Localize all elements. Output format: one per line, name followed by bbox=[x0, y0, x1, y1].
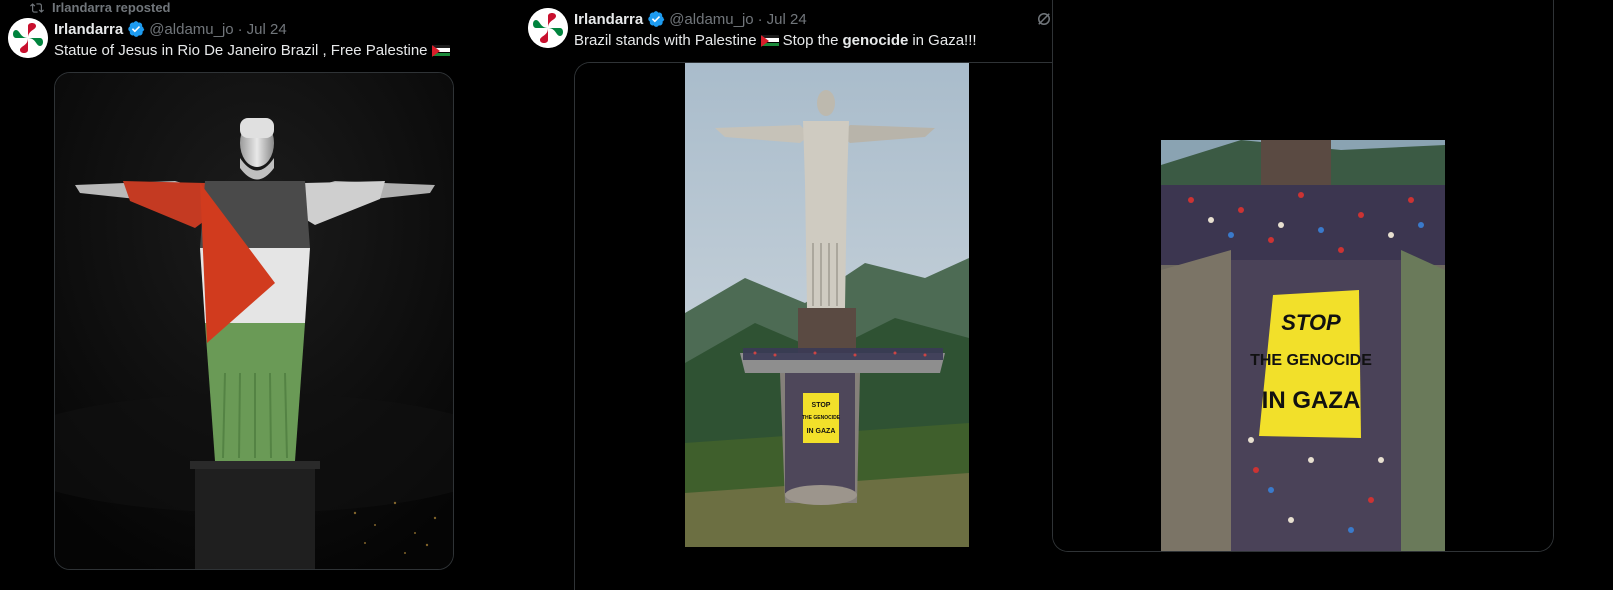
separator-dot: · bbox=[757, 10, 763, 28]
tweet-text-bold: genocide bbox=[842, 32, 909, 49]
lauburu-logo-icon bbox=[528, 8, 568, 48]
right-media-panel: STOP THE GENOCIDE IN GAZA bbox=[1052, 0, 1613, 590]
palestine-flag-icon bbox=[760, 34, 779, 47]
author-name[interactable]: Irlandarra bbox=[54, 21, 123, 38]
banner-line-3: IN GAZA bbox=[1262, 387, 1361, 414]
banner-line-2: THE GENOCIDE bbox=[1250, 352, 1372, 369]
tweet-video[interactable]: STOP THE GENOCIDE IN GAZA bbox=[574, 62, 1054, 590]
banner-line-3: IN GAZA bbox=[807, 428, 836, 435]
palestine-flag-icon bbox=[431, 44, 450, 57]
verified-badge-icon bbox=[128, 21, 145, 37]
tweet-text: Statue of Jesus in Rio De Janeiro Brazil… bbox=[54, 42, 450, 59]
author-handle[interactable]: @aldamu_jo bbox=[669, 11, 753, 28]
author-name[interactable]: Irlandarra bbox=[574, 11, 643, 28]
christ-redeemer-aerial-video: STOP THE GENOCIDE IN GAZA bbox=[575, 63, 1054, 590]
avatar[interactable] bbox=[8, 18, 48, 58]
separator-dot: · bbox=[237, 20, 243, 38]
grok-icon[interactable] bbox=[1035, 10, 1053, 28]
tweet-date[interactable]: Jul 24 bbox=[247, 21, 287, 38]
tweet-date[interactable]: Jul 24 bbox=[767, 11, 807, 28]
repost-label: Irlandarra reposted bbox=[52, 0, 171, 15]
repost-icon bbox=[30, 2, 44, 13]
repost-indicator[interactable]: Irlandarra reposted bbox=[30, 0, 171, 15]
banner-line-2: THE GENOCIDE bbox=[802, 415, 841, 421]
banner-line-1: STOP bbox=[812, 402, 831, 409]
tweet-image[interactable] bbox=[54, 72, 454, 570]
author-handle[interactable]: @aldamu_jo bbox=[149, 21, 233, 38]
avatar[interactable] bbox=[528, 8, 568, 48]
lauburu-logo-icon bbox=[8, 18, 48, 58]
verified-badge-icon bbox=[648, 11, 665, 27]
middle-tweet: Irlandarra @aldamu_jo · Jul 24 Brazil st… bbox=[528, 0, 1085, 590]
tweet-text-part3: in Gaza!!! bbox=[912, 32, 977, 49]
tweet-text-part1: Brazil stands with Palestine bbox=[574, 32, 757, 49]
tweet-text: Brazil stands with Palestine Stop the ge… bbox=[574, 32, 977, 49]
left-tweet: Irlandarra reposted Irlandarra @aldamu_j… bbox=[0, 0, 540, 590]
tweet-header: Irlandarra @aldamu_jo · Jul 24 bbox=[574, 10, 807, 28]
crowd-banner-video: STOP THE GENOCIDE IN GAZA bbox=[1053, 0, 1553, 551]
tweet-text-body: Statue of Jesus in Rio De Janeiro Brazil… bbox=[54, 42, 428, 59]
tweet-header: Irlandarra @aldamu_jo · Jul 24 bbox=[54, 20, 287, 38]
tweet-video-expanded[interactable]: STOP THE GENOCIDE IN GAZA bbox=[1052, 0, 1554, 552]
tweet-text-part2: Stop the bbox=[782, 32, 839, 49]
banner-line-1: STOP bbox=[1281, 310, 1341, 335]
christ-redeemer-night-image bbox=[55, 73, 453, 569]
